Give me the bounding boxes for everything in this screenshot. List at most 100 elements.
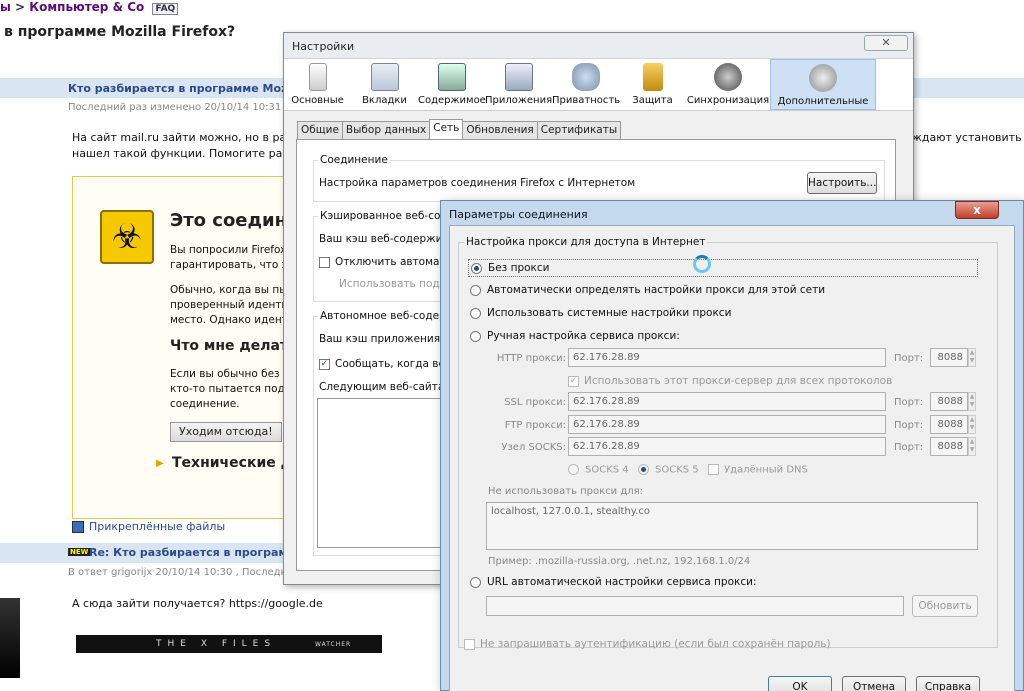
technical-details-link[interactable]: Технические д [172,455,292,471]
notify-offline-label: Сообщать, когда веб- [335,358,456,370]
warning-title: Это соедине [170,210,300,231]
floppy-icon [72,521,84,533]
http-port-field[interactable]: 8088 [930,348,968,367]
post-text-line: На сайт mail.ru зайти можно, но в раздел [72,131,314,144]
radio-manual-proxy[interactable]: Ручная настройка сервиса прокси: [470,330,680,342]
ok-button[interactable]: OK [768,676,832,691]
cache-use-label: Использовать под кэ [339,278,456,290]
radio-selected[interactable] [638,464,649,475]
pane-label: Дополнительные [777,96,869,107]
gear-icon [809,64,837,92]
pane-privacy[interactable]: Приватность [552,59,620,110]
avatar [0,598,20,678]
post-title[interactable]: Кто разбирается в программе Mozilla [68,82,306,95]
close-icon[interactable]: x [955,201,999,219]
radio[interactable] [568,464,579,475]
use-for-all-checkbox[interactable]: ✓ Использовать этот прокси-сервер для все… [568,375,892,387]
settings-titlebar[interactable]: Настройки [284,33,913,59]
ftp-proxy-field[interactable]: 62.176.28.89 [568,415,886,434]
radio-auto-detect[interactable]: Автоматически определять настройки прокс… [470,284,825,296]
pane-content[interactable]: Содержимое [418,59,486,110]
socks-host-field[interactable]: 62.176.28.89 [568,437,886,456]
attached-files-link[interactable]: Прикреплённые файлы [89,519,225,535]
reload-button[interactable]: Обновить [912,595,978,617]
post-text-line: ждают установить за [912,131,1024,144]
reply-meta: В ответ grigorijx 20/10/14 10:30 , После… [68,567,288,578]
pane-sync[interactable]: Синхронизация [686,59,770,110]
no-proxy-for-label: Не использовать прокси для: [488,486,644,497]
radio[interactable] [470,307,481,319]
cancel-button[interactable]: Отмена [842,676,906,691]
breadcrumb-prefix[interactable]: ы [0,0,11,14]
radio[interactable] [470,284,481,296]
post-meta: Последний раз изменено 20/10/14 10:31 [68,102,282,113]
http-proxy-field[interactable]: 62.176.28.89 [568,348,886,367]
ssl-proxy-field[interactable]: 62.176.28.89 [568,392,886,411]
no-auth-checkbox[interactable]: Не запрашивать аутентификацию (если был … [464,638,831,650]
spinner-icon[interactable]: ▲ ▼ [968,415,976,434]
notify-offline-checkbox[interactable]: ✓ Сообщать, когда веб- [319,358,455,370]
ftp-port-field[interactable]: 8088 [930,415,968,434]
warning-text: кто-то пытается подм [170,383,293,395]
pane-applications[interactable]: Приложения [485,59,552,110]
tab-general[interactable]: Общие [297,121,343,139]
offline-text: Ваш кэш приложения се [319,333,456,345]
pac-url-label: URL автоматической настройки сервиса про… [487,576,757,588]
pac-url-field[interactable] [486,596,904,616]
checkbox[interactable] [708,464,719,475]
tab-data-choices[interactable]: Выбор данных [341,121,431,139]
connection-group-label: Соединение [318,154,390,166]
checkbox[interactable] [464,638,475,650]
leave-button[interactable]: Уходим отсюда! [170,422,282,442]
breadcrumb: ы > Компьютер & Co FAQ [0,0,179,15]
port-label: Порт: [894,397,924,408]
radio[interactable] [470,576,481,588]
remote-dns-checkbox[interactable]: Удалённый DNS [708,464,808,476]
warning-text: Если вы обычно без п [170,368,290,380]
checkbox-checked[interactable]: ✓ [319,358,330,370]
pane-advanced[interactable]: Дополнительные [770,59,876,110]
pane-general[interactable]: Основные [284,59,351,110]
configure-connection-button[interactable]: Настроить... [807,172,877,194]
connection-settings-dialog: Параметры соединения x Настройка прокси … [440,200,1024,691]
radio-selected[interactable] [471,262,482,274]
signature-banner: THE X FILES WATCHER [76,635,382,653]
pane-security[interactable]: Защита [619,59,686,110]
radio-socks4[interactable]: SOCKS 4 [568,464,629,476]
no-auth-label: Не запрашивать аутентификацию (если был … [480,638,831,650]
disable-cache-checkbox[interactable]: Отключить автомати [319,256,452,268]
ftp-proxy-label: FTP прокси: [504,420,566,431]
spinner-icon[interactable]: ▲ ▼ [968,437,976,456]
offline-sites-list[interactable] [317,398,457,548]
tab-certificates[interactable]: Сертификаты [536,121,622,139]
no-proxy-label: Без прокси [488,262,550,274]
radio-no-proxy[interactable]: Без прокси [468,259,978,277]
reply-title[interactable]: Re: Кто разбирается в программе [89,546,304,559]
tab-network[interactable]: Сеть [429,119,464,139]
expand-triangle-icon[interactable]: ▶ [156,458,164,469]
faq-badge[interactable]: FAQ [152,3,179,15]
radio[interactable] [470,330,481,342]
help-button[interactable]: Справка [916,676,980,691]
pane-tabs[interactable]: Вкладки [351,59,418,110]
radio-socks5[interactable]: SOCKS 5 [638,464,699,476]
radio-system-proxy[interactable]: Использовать системные настройки прокси [470,307,731,319]
ssl-port-field[interactable]: 8088 [930,392,968,411]
tab-updates[interactable]: Обновления [462,121,538,139]
no-proxy-for-field[interactable]: localhost, 127.0.0.1, stealthy.co [486,502,978,550]
offline-group-label: Автономное веб-содерж [318,310,458,322]
connection-text: Настройка параметров соединения Firefox … [319,177,636,189]
socks-port-field[interactable]: 8088 [930,437,968,456]
spinner-icon[interactable]: ▲ ▼ [968,392,976,411]
close-icon[interactable]: ✕ [864,35,908,51]
port-label: Порт: [894,353,924,364]
breadcrumb-section-link[interactable]: Компьютер & Co [29,0,144,14]
checkbox[interactable] [319,256,330,268]
connection-titlebar[interactable]: Параметры соединения [441,201,1023,225]
pane-label: Содержимое [418,95,486,106]
checkbox-checked[interactable]: ✓ [568,375,579,387]
pane-label: Синхронизация [686,95,770,106]
radio-pac-url[interactable]: URL автоматической настройки сервиса про… [470,576,756,588]
pane-label: Защита [632,95,673,106]
spinner-icon[interactable]: ▲ ▼ [968,348,976,367]
